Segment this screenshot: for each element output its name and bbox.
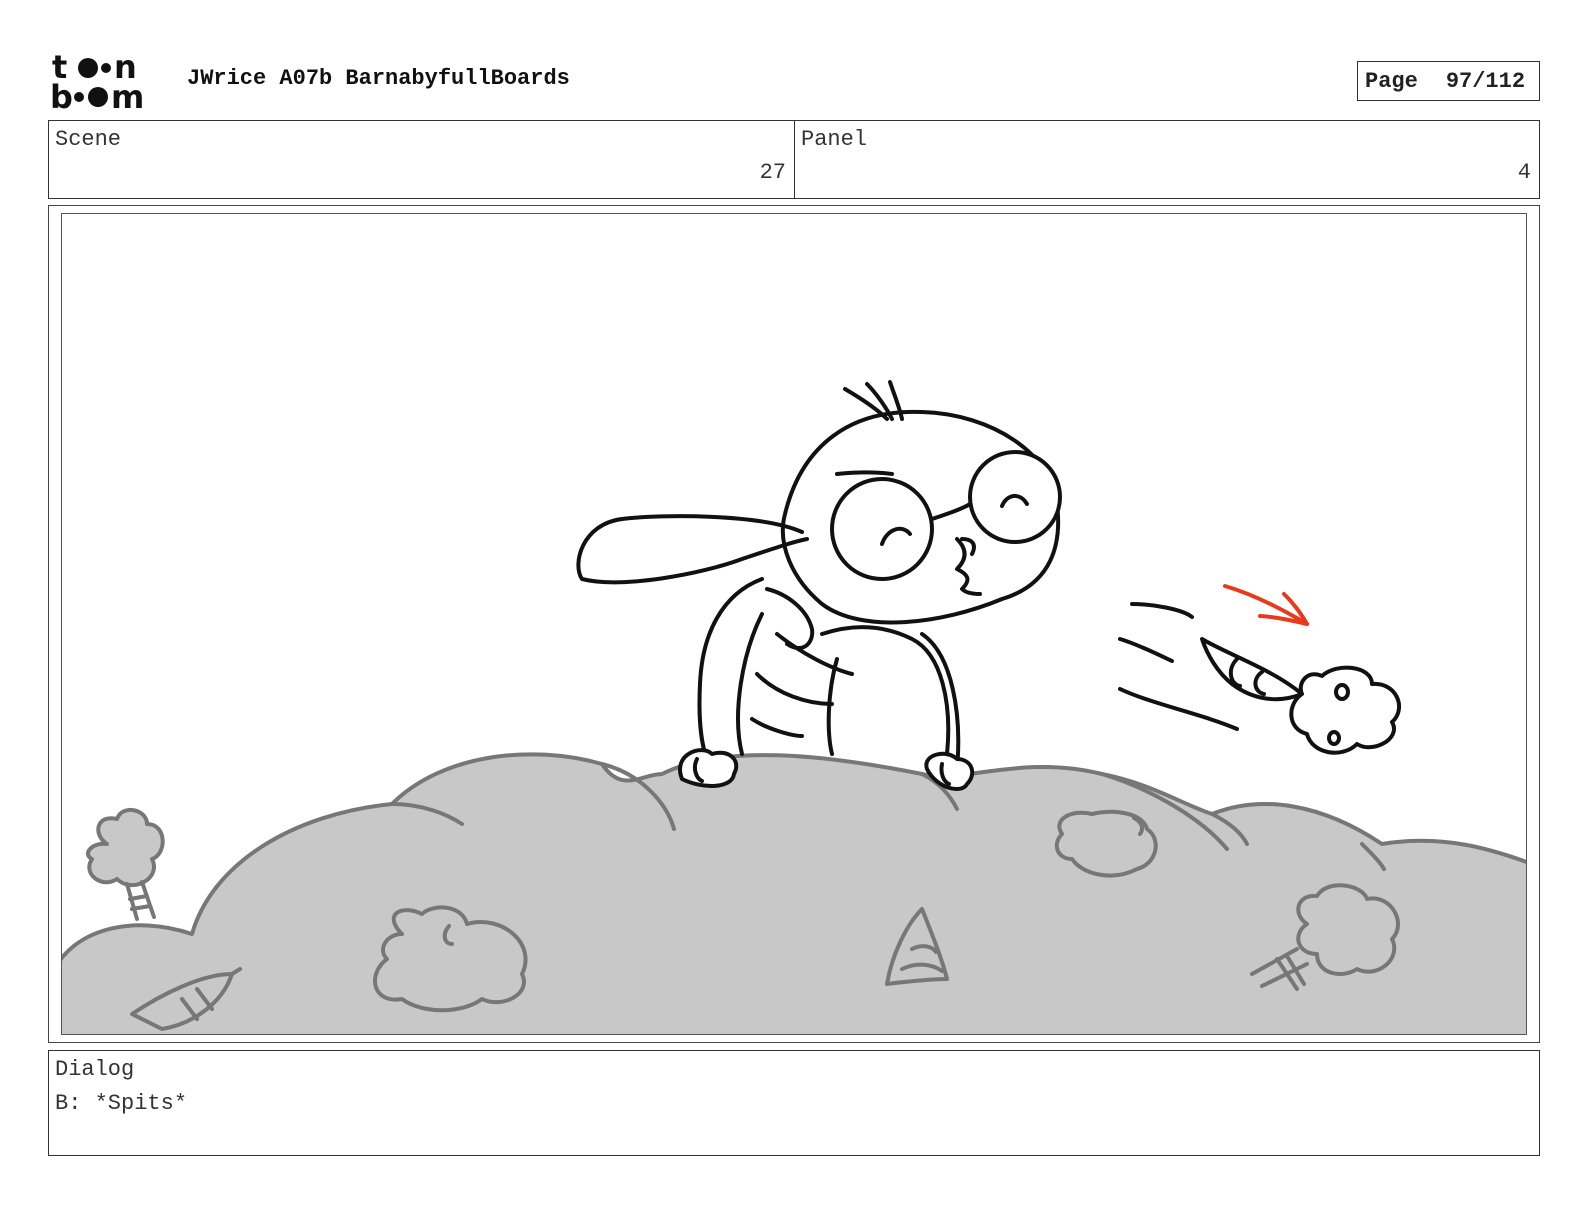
scene-label: Scene xyxy=(55,127,122,152)
scene-value: 27 xyxy=(759,160,786,185)
page-indicator: Page 97/112 xyxy=(1357,61,1540,101)
page-number: 97/112 xyxy=(1445,68,1526,94)
action-arrow xyxy=(1223,584,1309,626)
dialog-box: Dialog B: *Spits* xyxy=(48,1050,1540,1156)
panel-value: 4 xyxy=(1517,160,1531,185)
storyboard-sketch-icon xyxy=(62,380,1526,1034)
page-label: Page xyxy=(1365,68,1418,94)
panel-cell: Panel 4 xyxy=(795,121,1539,198)
barnaby-character xyxy=(576,380,1062,791)
bush-ground xyxy=(62,752,1526,1034)
dialog-label: Dialog xyxy=(55,1057,135,1082)
toon-boom-logo: t n b m xyxy=(50,48,166,116)
document-title: JWrice A07b BarnabyfullBoards xyxy=(187,66,570,91)
storyboard-frame xyxy=(48,205,1540,1043)
toon-boom-logo-icon: t n b m xyxy=(50,48,144,116)
bush-left-small xyxy=(86,808,165,887)
panel-label: Panel xyxy=(801,127,868,152)
flying-carrot xyxy=(1118,602,1402,755)
scene-cell: Scene 27 xyxy=(49,121,795,198)
scene-panel-row: Scene 27 Panel 4 xyxy=(48,120,1540,199)
dialog-text: B: *Spits* xyxy=(55,1091,188,1116)
svg-text:b: b xyxy=(50,78,73,112)
svg-text:m: m xyxy=(111,78,144,112)
storyboard-image xyxy=(61,213,1527,1035)
